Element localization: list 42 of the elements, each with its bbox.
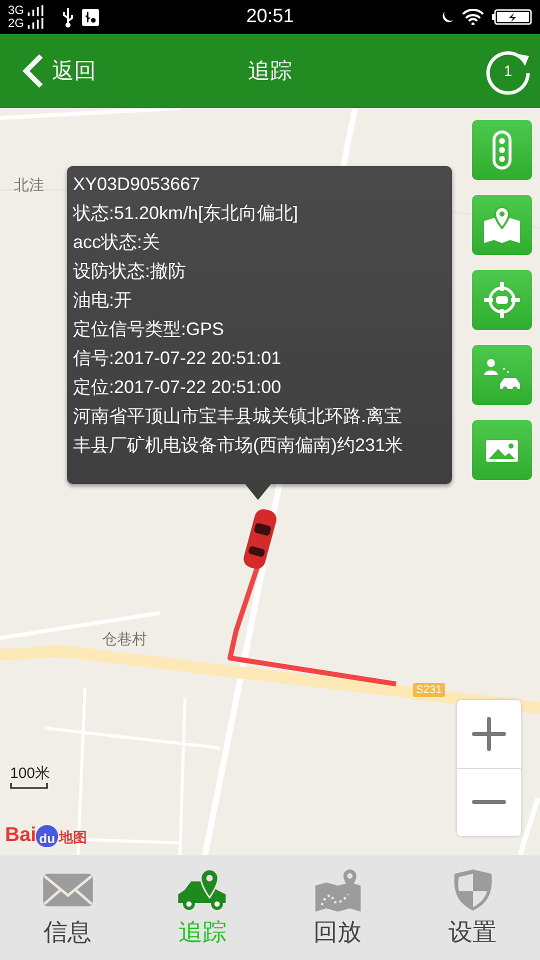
minus-icon <box>472 800 506 804</box>
map-tool-button[interactable] <box>472 195 532 255</box>
tab[interactable]: 信息 <box>0 855 135 960</box>
info-text: 定位信号类型:GPS <box>73 318 224 341</box>
map-logo: Bai du 地图 <box>5 824 88 847</box>
scale-bar <box>10 783 48 789</box>
popup-pointer <box>245 484 271 500</box>
traffic-button[interactable] <box>472 120 532 180</box>
battery-icon <box>492 9 532 25</box>
map-tool-button[interactable] <box>472 270 532 330</box>
usb-icon <box>62 6 74 28</box>
info-text: 设防状态:撤防 <box>73 260 186 283</box>
place-label: 仓巷村 <box>102 629 147 650</box>
info-text: 定位:2017-07-22 20:51:00 <box>73 376 282 399</box>
map-view[interactable]: 北洼 仓巷村 S231 XY03D9053667 状态:51.20km/h[东北向偏北] acc状态:关 设防状态:撤防 油电:开 定位信号类型:GPS 信号:2017-07-22 20:51:01 定位:2017-07-22 20:51:00 河南省平顶山市宝丰县城关镇北环路.离宝丰县厂矿机电设备市场(西南偏南)约231米 100米 Bai du 地图 <box>0 108 540 855</box>
info-text: XY03D9053667 <box>73 173 200 196</box>
tab[interactable]: 回放 <box>270 855 405 960</box>
tab[interactable]: 设置 <box>405 855 540 960</box>
info-text: acc状态:关 <box>73 231 160 254</box>
scale-label: 100米 <box>10 764 50 783</box>
network-label: 2G <box>8 17 24 30</box>
refresh-button[interactable]: 1 <box>484 47 532 95</box>
place-label: 北洼 <box>14 175 44 196</box>
page-title: 追踪 <box>247 58 293 86</box>
map-pin-icon <box>482 205 522 245</box>
signal-icon <box>26 5 46 29</box>
plus-icon <box>472 716 506 751</box>
usb-debug-icon <box>82 8 100 26</box>
map-tool-button[interactable] <box>472 345 532 405</box>
moon-icon <box>442 11 454 23</box>
info-text: 河南省平顶山市宝丰县城关镇北环路.离宝丰县厂矿机电设备市场(西南偏南)约231米 <box>73 405 404 457</box>
info-text: 信号:2017-07-22 20:51:01 <box>73 347 282 370</box>
info-text: 油电:开 <box>73 289 132 312</box>
network-label: 3G <box>8 4 24 17</box>
chevron-left-icon <box>22 53 44 89</box>
info-text: 状态:51.20km/h[东北向偏北] <box>73 202 298 225</box>
road-number: S231 <box>413 683 445 697</box>
crosshair-car-icon <box>482 280 522 320</box>
map-tool-button[interactable] <box>472 420 532 480</box>
back-button[interactable]: 返回 <box>22 53 96 89</box>
wifi-icon <box>462 9 484 25</box>
clock-time: 20:51 <box>245 6 295 28</box>
